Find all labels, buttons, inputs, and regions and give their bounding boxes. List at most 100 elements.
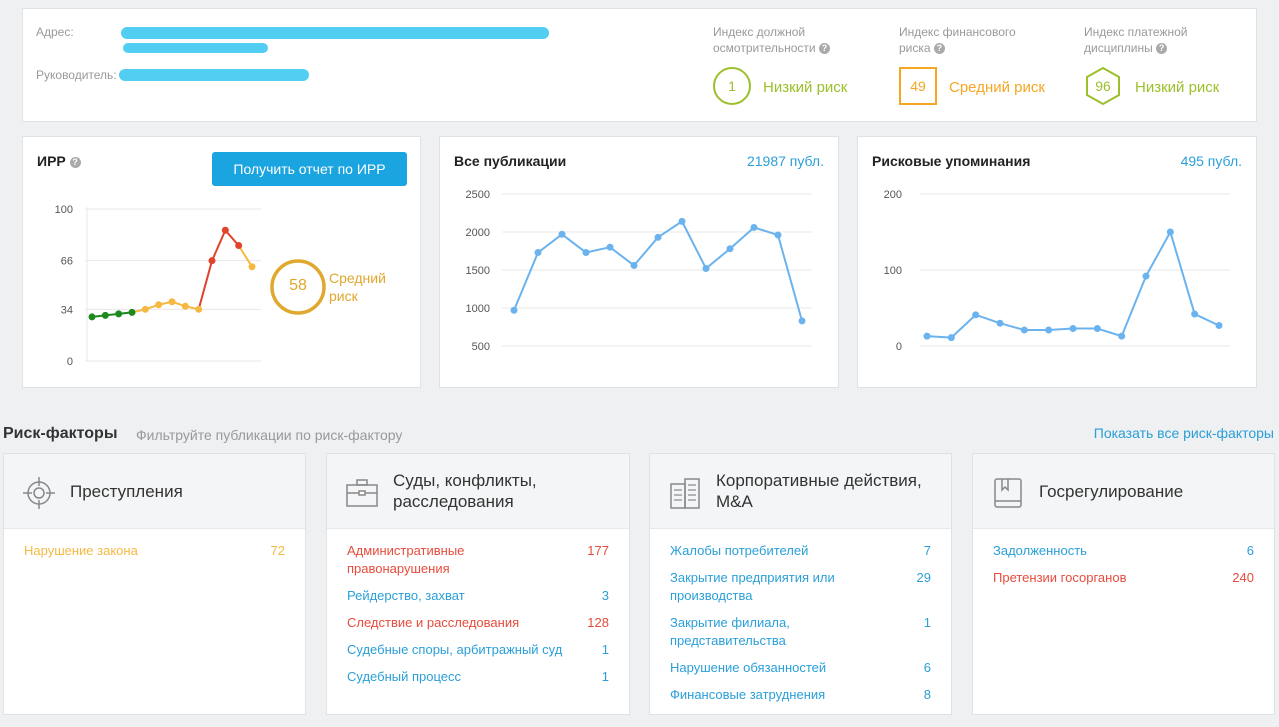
risk-factor-item[interactable]: Следствие и расследования 128 bbox=[347, 614, 609, 632]
data-point[interactable] bbox=[208, 257, 216, 265]
risk-factor-item[interactable]: Финансовые затруднения 8 bbox=[670, 686, 931, 704]
data-point[interactable] bbox=[1142, 272, 1150, 280]
data-point[interactable] bbox=[558, 230, 566, 238]
show-all-risk-factors-link[interactable]: Показать все риск-факторы bbox=[1094, 425, 1274, 441]
risk-factor-label: Закрытие филиала, представительства bbox=[670, 615, 790, 648]
risk-category-header[interactable]: Преступления bbox=[4, 454, 305, 529]
risk-factor-item[interactable]: Задолженность 6 bbox=[993, 542, 1254, 560]
publications-count[interactable]: 21987 публ. bbox=[747, 153, 824, 169]
series-line-segment bbox=[513, 252, 539, 311]
series-line-segment bbox=[237, 244, 253, 268]
data-point[interactable] bbox=[654, 233, 662, 241]
risk-factor-item[interactable]: Рейдерство, захват 3 bbox=[347, 587, 609, 605]
help-icon[interactable]: ? bbox=[1156, 43, 1168, 55]
redacted-address-line2 bbox=[123, 43, 268, 53]
data-point[interactable] bbox=[1045, 326, 1053, 334]
data-point[interactable] bbox=[1191, 310, 1199, 318]
risk-factor-count: 128 bbox=[587, 615, 609, 630]
index-badge-financial-risk: 49 bbox=[899, 67, 937, 105]
risk-factor-count: 29 bbox=[916, 570, 931, 585]
series-line-segment bbox=[950, 314, 977, 339]
data-point[interactable] bbox=[678, 217, 686, 225]
risk-factor-count: 177 bbox=[587, 543, 609, 558]
data-point[interactable] bbox=[1069, 325, 1077, 333]
risk-category-regulation: Госрегулирование Задолженность 6 Претензии… bbox=[972, 453, 1275, 715]
redacted-address bbox=[121, 27, 549, 39]
series-line-segment bbox=[211, 229, 227, 262]
risk-factor-label: Судебный процесс bbox=[347, 669, 461, 684]
data-point[interactable] bbox=[996, 319, 1004, 327]
data-point[interactable] bbox=[947, 334, 955, 342]
risk-factor-item[interactable]: Нарушение закона 72 bbox=[24, 542, 285, 560]
data-point[interactable] bbox=[1093, 325, 1101, 333]
data-point[interactable] bbox=[101, 311, 109, 319]
data-point[interactable] bbox=[726, 245, 734, 253]
data-point[interactable] bbox=[582, 249, 590, 257]
risk-factor-label: Рейдерство, захват bbox=[347, 588, 465, 603]
risk-mentions-count[interactable]: 495 публ. bbox=[1181, 153, 1242, 169]
series-line-segment bbox=[999, 322, 1025, 332]
data-point[interactable] bbox=[630, 261, 638, 269]
data-point[interactable] bbox=[798, 317, 806, 325]
data-point[interactable] bbox=[1118, 332, 1126, 340]
data-point[interactable] bbox=[923, 332, 931, 340]
series-line-segment bbox=[537, 233, 563, 254]
data-point[interactable] bbox=[1166, 228, 1174, 236]
risk-factor-count: 1 bbox=[923, 615, 931, 630]
company-info-panel: Адрес: Руководитель: Индекс должной осмо… bbox=[22, 8, 1257, 122]
help-icon[interactable]: ? bbox=[69, 156, 81, 168]
irr-risk-line1: Средний bbox=[329, 270, 386, 286]
data-point[interactable] bbox=[128, 308, 136, 316]
risk-factor-label: Претензии госорганов bbox=[993, 570, 1127, 585]
data-point[interactable] bbox=[221, 226, 229, 234]
data-point[interactable] bbox=[606, 243, 614, 251]
data-point[interactable] bbox=[141, 305, 149, 313]
risk-factor-item[interactable]: Судебные споры, арбитражный суд 1 bbox=[347, 641, 609, 659]
risk-factor-item[interactable]: Судебный процесс 1 bbox=[347, 668, 609, 686]
data-point[interactable] bbox=[534, 249, 542, 257]
risk-category-header[interactable]: Суды, конфликты, расследования bbox=[327, 454, 629, 529]
risk-factor-item[interactable]: Нарушение обязанностей 6 bbox=[670, 659, 931, 677]
risk-factor-count: 240 bbox=[1232, 570, 1254, 585]
data-point[interactable] bbox=[235, 241, 243, 249]
data-point[interactable] bbox=[1020, 326, 1028, 334]
data-point[interactable] bbox=[750, 223, 758, 231]
risk-items-list: Жалобы потребителей 7 Закрытие предприятия… bbox=[670, 542, 931, 713]
risk-category-header[interactable]: Госрегулирование bbox=[973, 454, 1274, 529]
risk-items-list: Нарушение закона 72 bbox=[24, 542, 285, 569]
help-icon[interactable]: ? bbox=[818, 43, 830, 55]
series-line-segment bbox=[1194, 313, 1220, 327]
data-point[interactable] bbox=[702, 264, 710, 272]
risk-factor-label: Жалобы потребителей bbox=[670, 543, 809, 558]
risk-factor-item[interactable]: Закрытие предприятия или производства 29 bbox=[670, 569, 931, 605]
index-value: 96 bbox=[1095, 78, 1111, 94]
y-tick-label: 2000 bbox=[466, 227, 490, 239]
series-line-segment bbox=[1169, 231, 1196, 315]
help-icon[interactable]: ? bbox=[933, 43, 945, 55]
data-point[interactable] bbox=[248, 263, 256, 271]
risk-category-header[interactable]: Корпоративные действия, M&A bbox=[650, 454, 951, 529]
get-irr-report-button[interactable]: Получить отчет по ИРР bbox=[212, 152, 407, 186]
data-point[interactable] bbox=[1215, 321, 1223, 329]
data-point[interactable] bbox=[88, 313, 96, 321]
publications-title: Все публикации bbox=[454, 153, 567, 169]
risk-factor-label: Следствие и расследования bbox=[347, 615, 520, 630]
series-line-segment bbox=[975, 313, 1001, 325]
risk-items-list: Задолженность 6 Претензии госорганов 240 bbox=[993, 542, 1254, 596]
data-point[interactable] bbox=[510, 306, 518, 314]
risk-factor-item[interactable]: Административные правонарушения 177 bbox=[347, 542, 609, 578]
data-point[interactable] bbox=[774, 231, 782, 239]
risk-mentions-title: Рисковые упоминания bbox=[872, 153, 1031, 169]
data-point[interactable] bbox=[115, 310, 123, 318]
address-label: Адрес: bbox=[36, 25, 74, 39]
y-tick-label: 100 bbox=[55, 204, 73, 216]
data-point[interactable] bbox=[972, 311, 980, 319]
data-point[interactable] bbox=[195, 305, 203, 313]
risk-factor-item[interactable]: Закрытие филиала, представительства 1 bbox=[670, 614, 931, 650]
data-point[interactable] bbox=[181, 302, 189, 310]
risk-factor-item[interactable]: Претензии госорганов 240 bbox=[993, 569, 1254, 587]
data-point[interactable] bbox=[168, 298, 176, 306]
series-line-segment bbox=[753, 226, 779, 236]
data-point[interactable] bbox=[155, 301, 163, 309]
risk-factor-item[interactable]: Жалобы потребителей 7 bbox=[670, 542, 931, 560]
